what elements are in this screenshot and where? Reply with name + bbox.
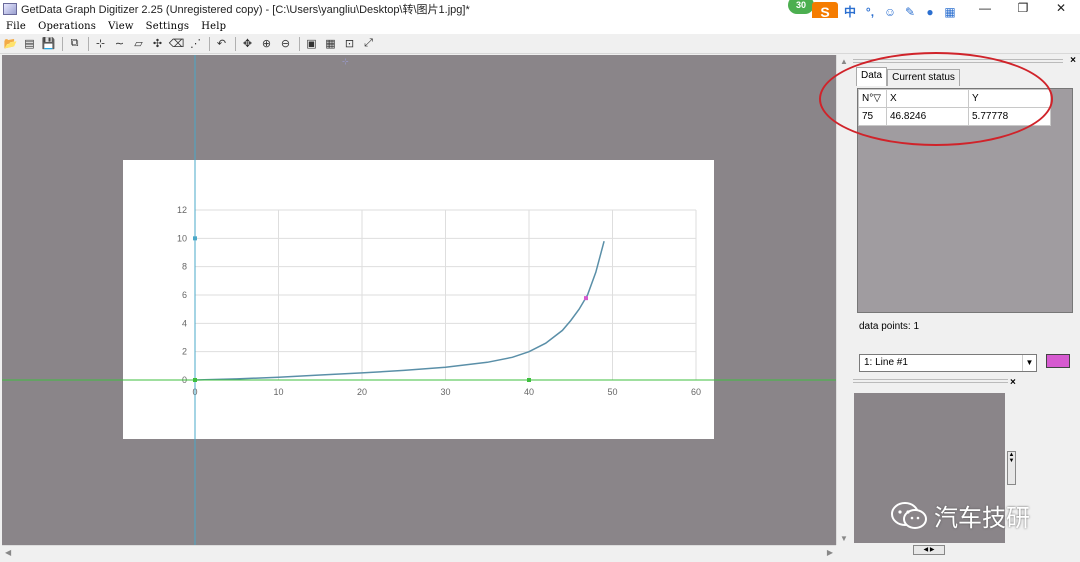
table-row[interactable]: 75 46.8246 5.77778 xyxy=(858,107,1051,126)
x-tick-label: 60 xyxy=(691,387,701,397)
panel-tabs: Data Current status xyxy=(856,67,960,86)
toolbar-separator xyxy=(235,36,236,51)
area-icon[interactable]: ▱ xyxy=(130,36,147,52)
scroll-left-icon[interactable]: ◀ xyxy=(5,548,11,557)
digitize-icon[interactable]: ⋰ xyxy=(187,36,204,52)
menu-view[interactable]: View xyxy=(108,21,134,32)
x-tick-label: 20 xyxy=(357,387,367,397)
line-select-value: 1: Line #1 xyxy=(864,357,908,368)
zoom-out-icon[interactable]: ⊖ xyxy=(277,36,294,52)
close-button[interactable]: ✕ xyxy=(1042,0,1080,18)
data-points-count: data points: 1 xyxy=(859,321,920,332)
calibration-point xyxy=(193,236,197,241)
tab-data[interactable]: Data xyxy=(856,67,888,86)
watermark: 汽车技研 xyxy=(890,498,1030,533)
image-icon[interactable]: ▣ xyxy=(303,36,320,52)
cell-y[interactable]: 5.77778 xyxy=(968,107,1051,126)
y-tick-label: 12 xyxy=(177,205,187,215)
menu-settings[interactable]: Settings xyxy=(146,21,190,32)
toolbar: 📂 ▤ 💾 ⧉ ⊹ ∼ ▱ ✣ ⌫ ⋰ ↶ ✥ ⊕ ⊖ ▣ ▦ ⊡ ⤢ xyxy=(0,34,1080,54)
calibration-point xyxy=(193,378,197,382)
zoom-in-icon[interactable]: ⊕ xyxy=(258,36,275,52)
scroll-up-icon[interactable]: ▲ xyxy=(840,57,848,66)
preview-close-icon[interactable]: × xyxy=(1010,377,1016,388)
grid-icon[interactable]: ▦ xyxy=(322,36,339,52)
chevron-down-icon[interactable]: ▼ xyxy=(1022,355,1036,371)
watermark-text: 汽车技研 xyxy=(934,504,1030,532)
calibration-point xyxy=(527,378,531,382)
move-icon[interactable]: ✣ xyxy=(149,36,166,52)
data-panel: × Data Current status N°▽ X Y 75 46.8246… xyxy=(851,55,1080,562)
menu-help[interactable]: Help xyxy=(201,21,226,32)
app-icon xyxy=(3,3,17,15)
toolbar-separator xyxy=(209,36,210,51)
scroll-down-icon[interactable]: ▼ xyxy=(840,534,848,543)
y-tick-label: 8 xyxy=(182,262,187,272)
restore-button[interactable]: ❐ xyxy=(1004,0,1042,18)
undo-icon[interactable]: ↶ xyxy=(213,36,230,52)
scroll-right-icon[interactable]: ▶ xyxy=(827,548,833,557)
wechat-icon xyxy=(891,501,927,529)
preview-horizontal-scroll[interactable]: ◀ ▶ xyxy=(913,545,945,555)
copy-icon[interactable]: ⧉ xyxy=(66,36,83,52)
digitized-point xyxy=(583,296,588,301)
menu-bar: File Operations View Settings Help xyxy=(0,18,1080,34)
window-title: GetData Graph Digitizer 2.25 (Unregister… xyxy=(21,4,470,16)
canvas-marker: ⊹ xyxy=(342,57,349,66)
chart-image[interactable]: 0246810120102030405060⊹ xyxy=(2,55,836,545)
line-mode-icon[interactable]: ∼ xyxy=(111,36,128,52)
vertical-scrollbar[interactable]: ▲ ▼ xyxy=(836,55,850,545)
cell-number[interactable]: 75 xyxy=(858,107,887,126)
fullscreen-icon[interactable]: ⤢ xyxy=(360,36,377,52)
y-tick-label: 2 xyxy=(182,347,187,357)
preview-vertical-scroll[interactable]: ▲ ▼ xyxy=(1007,451,1016,485)
toolbar-separator xyxy=(62,36,63,51)
tab-current-status[interactable]: Current status xyxy=(887,69,960,86)
horizontal-scrollbar[interactable]: ◀ ▶ xyxy=(2,545,836,560)
cell-x[interactable]: 46.8246 xyxy=(886,107,969,126)
table-header-row: N°▽ X Y xyxy=(858,89,1051,108)
line-color-swatch[interactable] xyxy=(1046,354,1070,368)
column-header-x[interactable]: X xyxy=(886,89,969,108)
column-header-y[interactable]: Y xyxy=(968,89,1051,108)
y-tick-label: 10 xyxy=(177,233,187,243)
y-tick-label: 4 xyxy=(182,318,187,328)
data-table: N°▽ X Y 75 46.8246 5.77778 xyxy=(858,89,1051,126)
point-mode-icon[interactable]: ⊹ xyxy=(92,36,109,52)
pan-icon[interactable]: ✥ xyxy=(239,36,256,52)
menu-file[interactable]: File xyxy=(6,21,26,32)
fit-icon[interactable]: ⊡ xyxy=(341,36,358,52)
toolbar-separator xyxy=(299,36,300,51)
window-controls: — ❐ ✕ xyxy=(966,0,1080,18)
image-canvas[interactable]: 0246810120102030405060⊹ xyxy=(2,55,836,545)
minimize-button[interactable]: — xyxy=(966,0,1004,18)
preview-grip[interactable] xyxy=(853,379,1008,383)
data-table-area: N°▽ X Y 75 46.8246 5.77778 xyxy=(857,88,1073,313)
panel-grip[interactable] xyxy=(853,59,1063,63)
menu-operations[interactable]: Operations xyxy=(38,21,96,32)
eraser-icon[interactable]: ⌫ xyxy=(168,36,185,52)
save-icon[interactable]: 💾 xyxy=(40,36,57,52)
y-tick-label: 6 xyxy=(182,290,187,300)
scan-icon[interactable]: ▤ xyxy=(21,36,38,52)
toolbar-separator xyxy=(88,36,89,51)
open-icon[interactable]: 📂 xyxy=(2,36,19,52)
line-select[interactable]: 1: Line #1 ▼ xyxy=(859,354,1037,372)
x-tick-label: 50 xyxy=(607,387,617,397)
x-tick-label: 40 xyxy=(524,387,534,397)
ime-notification-badge[interactable]: 30 xyxy=(788,0,814,14)
column-header-number[interactable]: N°▽ xyxy=(858,89,887,108)
image-background xyxy=(123,160,714,439)
panel-close-icon[interactable]: × xyxy=(1070,55,1076,66)
x-tick-label: 10 xyxy=(273,387,283,397)
x-tick-label: 30 xyxy=(440,387,450,397)
